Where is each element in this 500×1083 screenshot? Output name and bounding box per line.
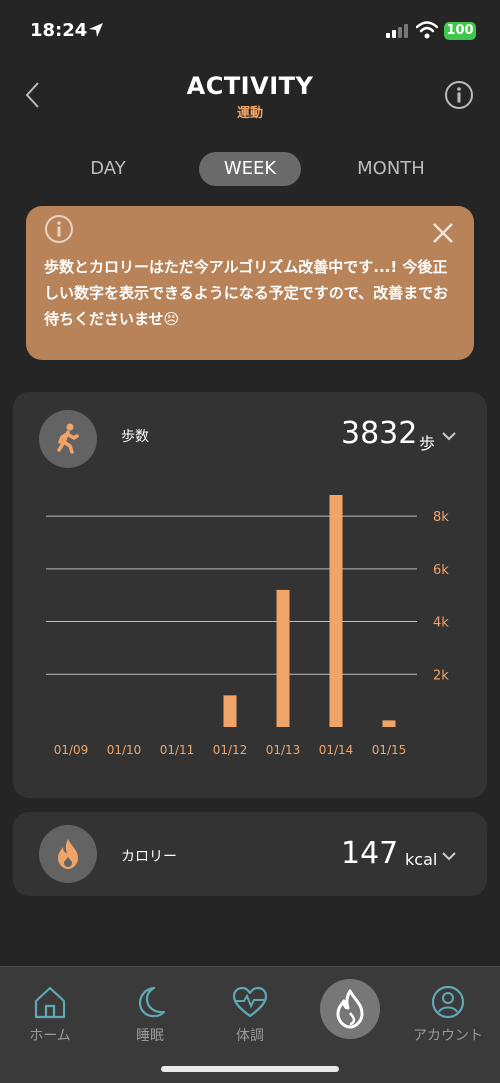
- y-tick-label: 6k: [433, 563, 449, 578]
- heart-pulse-icon: [232, 986, 268, 1018]
- home-indicator: [161, 1066, 339, 1072]
- steps-card[interactable]: 歩数 3832 歩 2k 4k 6k 8k 01/09 01/10 01/11 01/12 01…: [13, 392, 487, 798]
- wifi-icon: [416, 21, 438, 39]
- tab-month[interactable]: MONTH: [340, 152, 442, 186]
- x-tick-label: 01/11: [160, 743, 195, 757]
- location-arrow-icon: [89, 23, 103, 37]
- tab-day[interactable]: DAY: [60, 152, 156, 186]
- y-tick-label: 8k: [433, 510, 449, 525]
- account-icon: [431, 985, 465, 1019]
- y-tick-label: 2k: [433, 668, 449, 683]
- notice-banner: 歩数とカロリーはただ今アルゴリズム改善中です...! 今後正しい数字を表示できる…: [26, 206, 474, 360]
- chart-bar: [382, 720, 396, 727]
- nav-item-account[interactable]: アカウント: [403, 985, 493, 1045]
- home-icon: [34, 986, 66, 1019]
- moon-icon: [138, 986, 166, 1018]
- calories-icon-circle: [39, 825, 97, 883]
- notice-text: 歩数とカロリーはただ今アルゴリズム改善中です...! 今後正しい数字を表示できる…: [44, 258, 449, 328]
- steps-bar-chart: 2k 4k 6k 8k 01/09 01/10 01/11 01/12 01/13 01/14 01…: [46, 495, 449, 757]
- nav-label-sleep: 睡眠: [136, 1028, 164, 1044]
- tab-week[interactable]: WEEK: [199, 152, 301, 186]
- nav-item-activity[interactable]: [320, 979, 380, 1039]
- x-tick-label: 01/09: [54, 743, 89, 757]
- cellular-signal-icon: [386, 24, 408, 38]
- page-title: ACTIVITY: [186, 72, 314, 100]
- x-tick-label: 01/15: [372, 743, 407, 757]
- chevron-down-icon[interactable]: [441, 850, 457, 862]
- nav-label-home: ホーム: [29, 1028, 71, 1044]
- chart-bar: [223, 695, 237, 727]
- x-tick-label: 01/10: [107, 743, 142, 757]
- battery-indicator: 100: [444, 22, 476, 40]
- calories-unit: kcal: [405, 850, 438, 869]
- nav-label-account: アカウント: [413, 1028, 483, 1044]
- info-icon: [45, 215, 73, 243]
- flame-icon: [336, 989, 364, 1029]
- x-tick-label: 01/13: [266, 743, 301, 757]
- chart-bar: [329, 495, 343, 727]
- flame-icon: [58, 839, 78, 869]
- calories-label: カロリー: [121, 849, 177, 865]
- x-tick-label: 01/14: [319, 743, 354, 757]
- chart-bar: [276, 589, 290, 727]
- nav-item-sleep[interactable]: 睡眠: [105, 985, 195, 1045]
- y-tick-label: 4k: [433, 616, 449, 631]
- nav-item-home[interactable]: ホーム: [5, 985, 95, 1045]
- nav-item-health[interactable]: 体調: [205, 985, 295, 1045]
- x-tick-label: 01/12: [213, 743, 248, 757]
- status-time: 18:24: [30, 20, 88, 41]
- calories-value: 147: [341, 836, 399, 871]
- nav-label-health: 体調: [236, 1028, 264, 1044]
- calories-card[interactable]: カロリー 147 kcal: [13, 812, 487, 896]
- close-icon[interactable]: [432, 222, 454, 244]
- page-subtitle: 運動: [236, 106, 263, 121]
- info-icon[interactable]: [444, 80, 474, 110]
